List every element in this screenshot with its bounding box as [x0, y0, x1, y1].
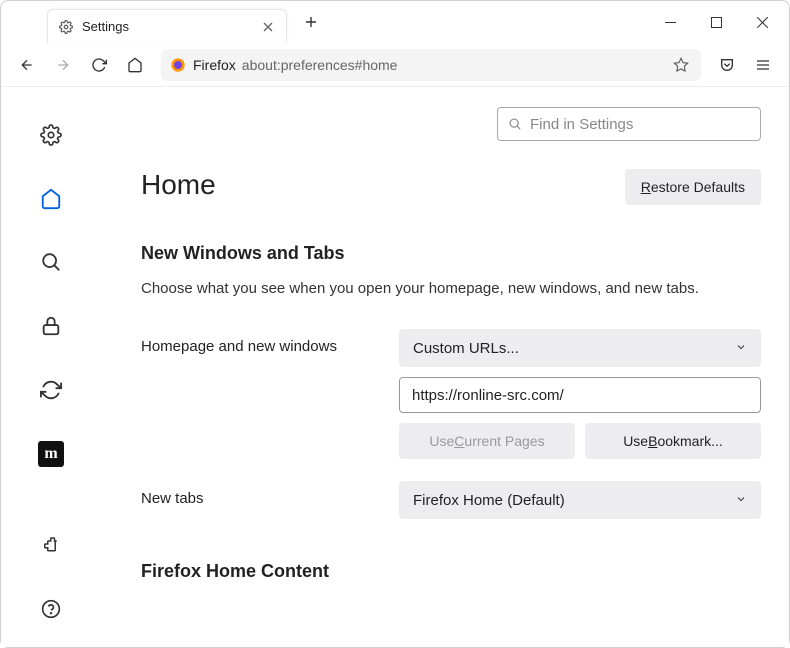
section-new-windows-desc: Choose what you see when you open your h…	[141, 278, 761, 299]
m-icon: m	[38, 441, 64, 467]
sidebar-more[interactable]: m	[33, 436, 69, 472]
window-controls	[647, 1, 785, 43]
menu-button[interactable]	[747, 49, 779, 81]
settings-sidebar: m	[1, 87, 101, 647]
browser-toolbar: Firefox about:preferences#home	[1, 43, 789, 87]
url-prefix: Firefox	[193, 57, 236, 73]
chevron-down-icon	[735, 492, 747, 509]
section-new-windows-title: New Windows and Tabs	[141, 243, 761, 264]
newtabs-label: New tabs	[141, 481, 399, 507]
minimize-button[interactable]	[647, 1, 693, 43]
tab-title: Settings	[82, 19, 260, 34]
sidebar-home[interactable]	[33, 181, 69, 217]
browser-tab[interactable]: Settings	[47, 9, 287, 43]
pocket-button[interactable]	[711, 49, 743, 81]
new-tab-button[interactable]	[297, 8, 325, 36]
use-current-pages-button[interactable]: Use Current Pages	[399, 423, 575, 459]
sidebar-extensions[interactable]	[33, 528, 69, 564]
page-title: Home	[141, 169, 216, 201]
sidebar-sync[interactable]	[33, 372, 69, 408]
sidebar-help[interactable]	[33, 591, 69, 627]
home-button[interactable]	[119, 49, 151, 81]
use-bookmark-button[interactable]: Use Bookmark...	[585, 423, 761, 459]
forward-button[interactable]	[47, 49, 79, 81]
titlebar: Settings	[1, 1, 789, 43]
url-text: about:preferences#home	[242, 57, 669, 73]
sidebar-general[interactable]	[33, 117, 69, 153]
settings-search-input[interactable]	[530, 116, 750, 133]
maximize-button[interactable]	[693, 1, 739, 43]
close-icon[interactable]	[260, 19, 276, 35]
search-icon	[508, 117, 522, 131]
url-bar[interactable]: Firefox about:preferences#home	[161, 49, 701, 81]
settings-main: Home Restore Defaults New Windows and Ta…	[101, 87, 789, 647]
firefox-icon	[169, 56, 187, 74]
newtabs-dropdown[interactable]: Firefox Home (Default)	[399, 481, 761, 519]
sidebar-search[interactable]	[33, 245, 69, 281]
sidebar-privacy[interactable]	[33, 308, 69, 344]
gear-icon	[58, 19, 74, 35]
bookmark-star-icon[interactable]	[669, 53, 693, 77]
settings-search[interactable]	[497, 107, 761, 141]
reload-button[interactable]	[83, 49, 115, 81]
close-window-button[interactable]	[739, 1, 785, 43]
dropdown-value: Firefox Home (Default)	[413, 492, 565, 509]
homepage-url-input[interactable]	[399, 377, 761, 413]
restore-defaults-button[interactable]: Restore Defaults	[625, 169, 761, 205]
dropdown-value: Custom URLs...	[413, 340, 519, 357]
homepage-mode-dropdown[interactable]: Custom URLs...	[399, 329, 761, 367]
homepage-label: Homepage and new windows	[141, 329, 399, 355]
section-home-content-title: Firefox Home Content	[141, 561, 761, 582]
back-button[interactable]	[11, 49, 43, 81]
chevron-down-icon	[735, 340, 747, 357]
